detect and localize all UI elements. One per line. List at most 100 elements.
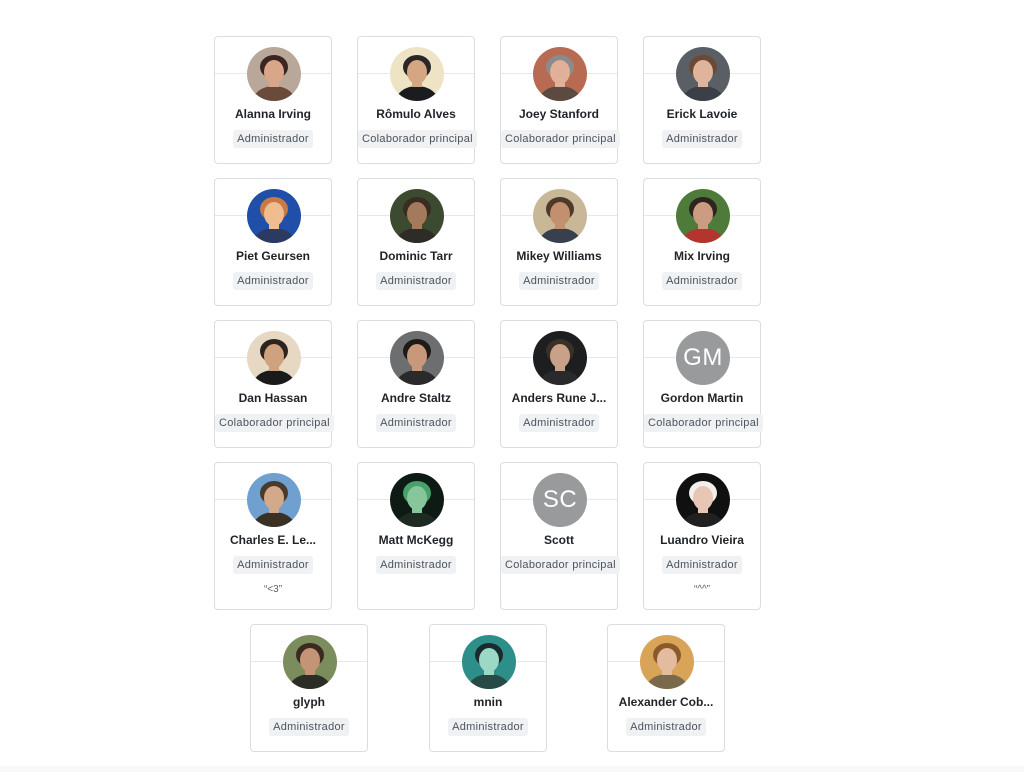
member-card[interactable]: Alanna Irving Administrador	[214, 36, 332, 164]
member-name[interactable]: Mikey Williams	[503, 249, 615, 263]
avatar-initials: SC	[533, 473, 587, 527]
avatar-photo	[462, 635, 516, 689]
avatar[interactable]	[247, 331, 301, 385]
avatar[interactable]: GM	[676, 331, 730, 385]
avatar[interactable]	[247, 189, 301, 243]
member-card[interactable]: Dominic Tarr Administrador	[357, 178, 475, 306]
avatar[interactable]	[247, 47, 301, 101]
avatar-photo	[283, 635, 337, 689]
role-badge-wrap: Colaborador principal	[501, 129, 620, 148]
member-card[interactable]: Anders Rune J... Administrador	[500, 320, 618, 448]
member-name[interactable]: Dan Hassan	[217, 391, 329, 405]
member-card[interactable]: Mikey Williams Administrador	[500, 178, 618, 306]
role-badge: Administrador	[376, 414, 456, 432]
avatar-photo	[533, 331, 587, 385]
role-badge: Colaborador principal	[501, 556, 620, 574]
avatar[interactable]	[390, 47, 444, 101]
member-name[interactable]: Mix Irving	[646, 249, 758, 263]
role-badge: Administrador	[233, 556, 313, 574]
member-card[interactable]: Alexander Cob... Administrador	[607, 624, 725, 752]
avatar-photo	[676, 189, 730, 243]
member-card[interactable]: Erick Lavoie Administrador	[643, 36, 761, 164]
avatar[interactable]	[676, 473, 730, 527]
role-badge: Colaborador principal	[644, 414, 763, 432]
role-badge-wrap: Administrador	[608, 717, 724, 736]
avatar-photo	[676, 473, 730, 527]
avatar[interactable]	[533, 47, 587, 101]
role-badge-wrap: Administrador	[644, 555, 760, 574]
member-name[interactable]: Charles E. Le...	[217, 533, 329, 547]
member-name[interactable]: Andre Staltz	[360, 391, 472, 405]
member-name[interactable]: Gordon Martin	[646, 391, 758, 405]
role-badge: Administrador	[519, 272, 599, 290]
role-badge: Administrador	[269, 718, 349, 736]
role-badge: Administrador	[662, 130, 742, 148]
avatar[interactable]	[247, 473, 301, 527]
member-note: “^^”	[693, 584, 711, 595]
member-card[interactable]: glyph Administrador	[250, 624, 368, 752]
member-card[interactable]: Matt McKegg Administrador	[357, 462, 475, 610]
role-badge-wrap: Administrador	[501, 413, 617, 432]
avatar-photo	[390, 47, 444, 101]
member-name[interactable]: Scott	[503, 533, 615, 547]
member-name[interactable]: mnin	[432, 695, 544, 709]
avatar-photo	[247, 473, 301, 527]
role-badge: Administrador	[448, 718, 528, 736]
role-badge: Administrador	[233, 272, 313, 290]
role-badge-wrap: Administrador	[215, 555, 331, 574]
member-name[interactable]: Alanna Irving	[217, 107, 329, 121]
role-badge-wrap: Administrador	[215, 271, 331, 290]
role-badge: Administrador	[519, 414, 599, 432]
member-name[interactable]: Alexander Cob...	[610, 695, 722, 709]
member-card[interactable]: Piet Geursen Administrador	[214, 178, 332, 306]
member-name[interactable]: Joey Stanford	[503, 107, 615, 121]
avatar-initials: GM	[676, 331, 730, 385]
avatar-photo	[390, 331, 444, 385]
member-card[interactable]: Dan Hassan Colaborador principal	[214, 320, 334, 448]
avatar[interactable]	[390, 189, 444, 243]
role-badge: Administrador	[662, 556, 742, 574]
member-name[interactable]: Rômulo Alves	[360, 107, 472, 121]
role-badge-wrap: Administrador	[430, 717, 546, 736]
member-name[interactable]: glyph	[253, 695, 365, 709]
member-name[interactable]: Anders Rune J...	[503, 391, 615, 405]
member-card[interactable]: Rômulo Alves Colaborador principal	[357, 36, 477, 164]
avatar[interactable]	[640, 635, 694, 689]
avatar[interactable]	[390, 331, 444, 385]
avatar[interactable]	[676, 189, 730, 243]
role-badge: Administrador	[626, 718, 706, 736]
role-badge: Administrador	[376, 556, 456, 574]
member-card[interactable]: Andre Staltz Administrador	[357, 320, 475, 448]
member-card[interactable]: Luandro Vieira Administrador “^^”	[643, 462, 761, 610]
member-card[interactable]: Joey Stanford Colaborador principal	[500, 36, 620, 164]
member-name[interactable]: Erick Lavoie	[646, 107, 758, 121]
avatar[interactable]	[390, 473, 444, 527]
avatar[interactable]	[676, 47, 730, 101]
member-name[interactable]: Piet Geursen	[217, 249, 329, 263]
role-badge-wrap: Administrador	[358, 555, 474, 574]
member-card[interactable]: GM Gordon Martin Colaborador principal	[643, 320, 763, 448]
role-badge: Administrador	[662, 272, 742, 290]
member-card[interactable]: Charles E. Le... Administrador “<3”	[214, 462, 332, 610]
avatar[interactable]	[462, 635, 516, 689]
member-name[interactable]: Dominic Tarr	[360, 249, 472, 263]
avatar-photo	[247, 189, 301, 243]
role-badge-wrap: Administrador	[501, 271, 617, 290]
avatar[interactable]	[533, 331, 587, 385]
role-badge-wrap: Administrador	[358, 413, 474, 432]
avatar[interactable]	[283, 635, 337, 689]
avatar[interactable]	[533, 189, 587, 243]
member-name[interactable]: Matt McKegg	[360, 533, 472, 547]
avatar[interactable]: SC	[533, 473, 587, 527]
member-card[interactable]: SC Scott Colaborador principal	[500, 462, 620, 610]
avatar-photo	[390, 473, 444, 527]
member-name[interactable]: Luandro Vieira	[646, 533, 758, 547]
member-note: “<3”	[263, 584, 283, 595]
member-card[interactable]: Mix Irving Administrador	[643, 178, 761, 306]
avatar-photo	[533, 189, 587, 243]
member-card[interactable]: mnin Administrador	[429, 624, 547, 752]
page-footer-strip	[0, 766, 1024, 772]
role-badge: Colaborador principal	[501, 130, 620, 148]
avatar-photo	[533, 47, 587, 101]
role-badge: Colaborador principal	[215, 414, 334, 432]
